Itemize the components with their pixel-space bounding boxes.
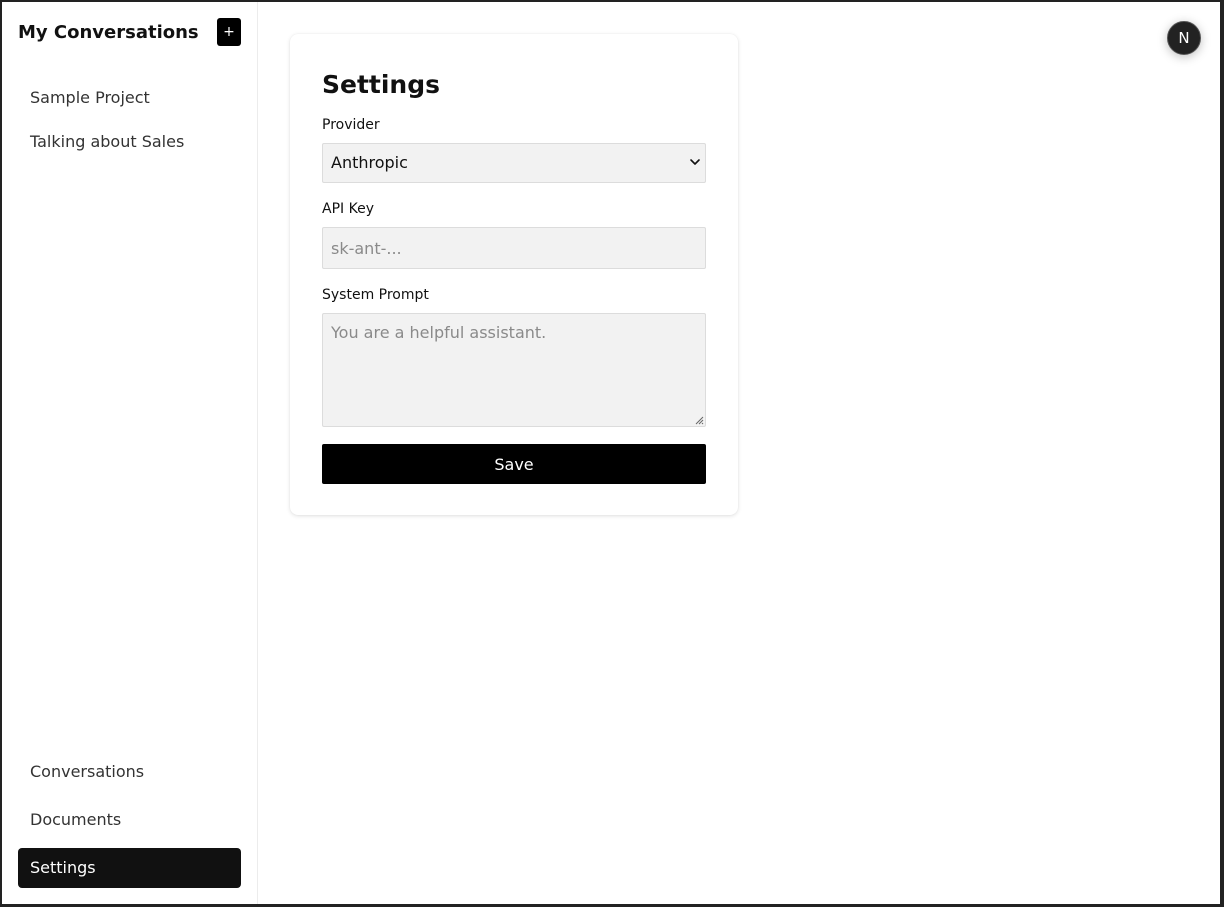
provider-label: Provider (322, 117, 380, 133)
main-content: Settings Provider Anthropic API Key Syst… (259, 2, 1220, 904)
api-key-input[interactable] (322, 227, 706, 269)
app-title: My Conversations (18, 22, 199, 43)
conversation-item-talking-about-sales[interactable]: Talking about Sales (18, 122, 241, 162)
sidebar: My Conversations + Sample Project Talkin… (2, 2, 258, 904)
sidebar-nav: Conversations Documents Settings (18, 752, 241, 896)
new-conversation-button[interactable]: + (217, 18, 241, 46)
conversation-item-sample-project[interactable]: Sample Project (18, 78, 241, 118)
page-title: Settings (322, 70, 441, 99)
provider-select-value[interactable]: Anthropic (322, 143, 706, 183)
api-key-label: API Key (322, 201, 374, 217)
provider-select[interactable]: Anthropic (322, 143, 706, 183)
system-prompt-field (322, 313, 706, 427)
settings-card: Settings Provider Anthropic API Key Syst… (290, 34, 738, 515)
save-button[interactable]: Save (322, 444, 706, 484)
resize-grip-icon[interactable] (694, 415, 704, 425)
nextjs-logo-icon[interactable]: N (1167, 21, 1201, 55)
sidebar-header: My Conversations + (18, 18, 241, 48)
conversation-list: Sample Project Talking about Sales (18, 78, 241, 166)
nav-item-documents[interactable]: Documents (18, 800, 241, 840)
nav-item-settings[interactable]: Settings (18, 848, 241, 888)
app-window: My Conversations + Sample Project Talkin… (2, 2, 1220, 904)
system-prompt-label: System Prompt (322, 287, 429, 303)
nav-item-conversations[interactable]: Conversations (18, 752, 241, 792)
system-prompt-textarea[interactable] (322, 313, 706, 427)
chevron-down-icon (690, 159, 700, 165)
